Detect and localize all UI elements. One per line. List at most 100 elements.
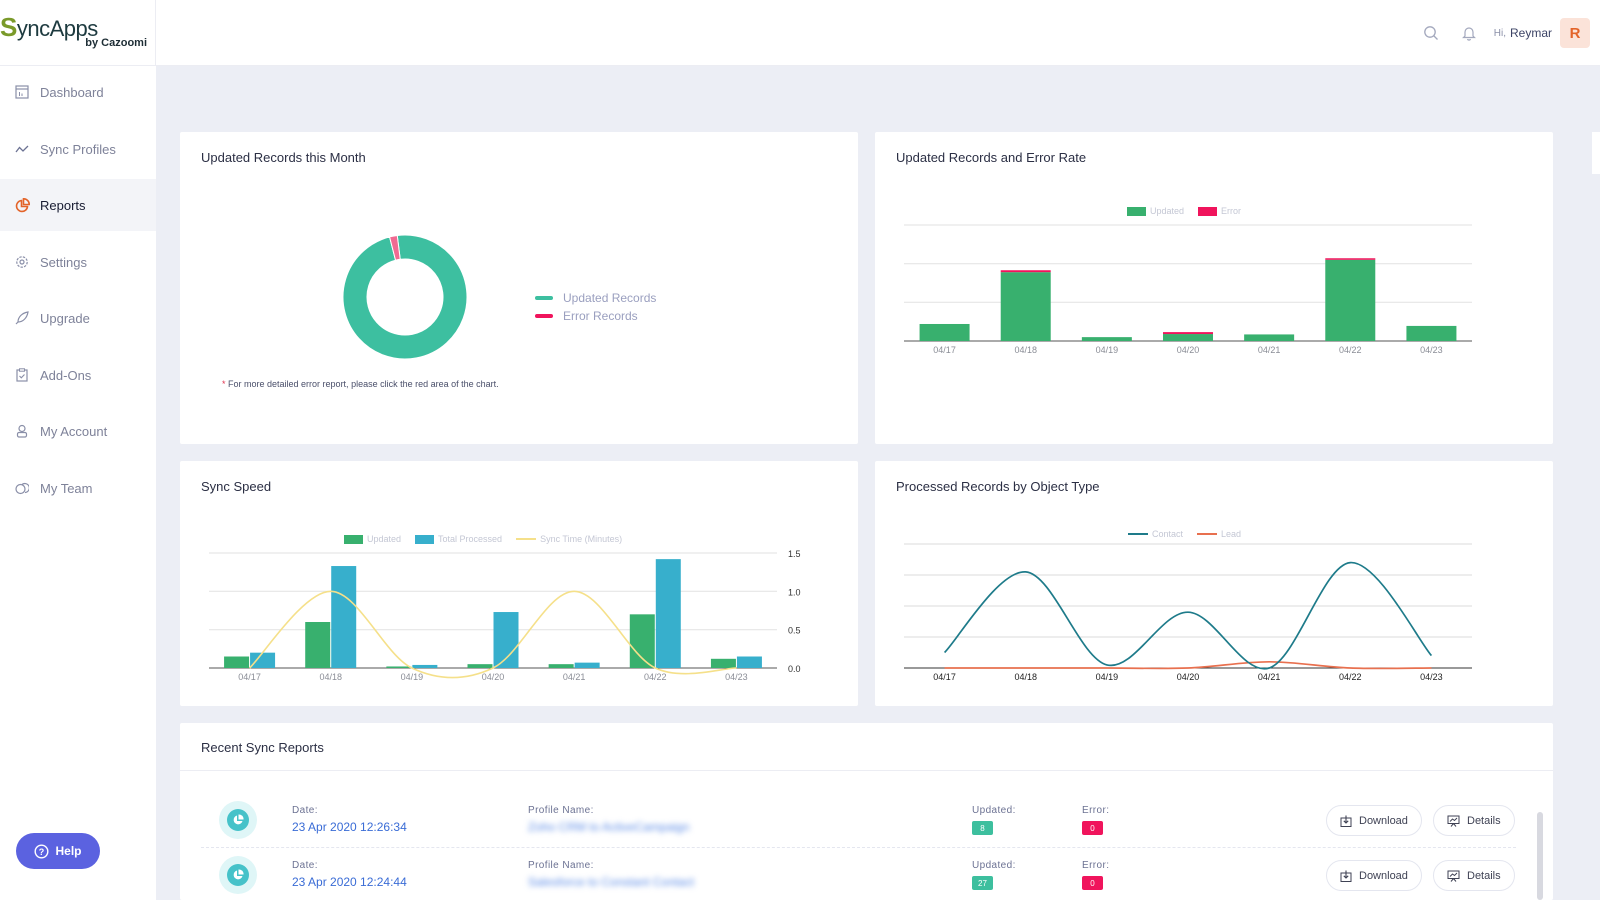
legend-item-updated[interactable]: Updated Records [535, 289, 656, 307]
donut-legend: Updated Records Error Records [535, 289, 656, 325]
clipboard-check-icon [14, 367, 30, 383]
date-label: Date: [292, 805, 318, 816]
bar-updated-04-23 [710, 658, 736, 668]
y-tick-label: 0.0 [788, 664, 801, 674]
sidebar-item-reports[interactable]: Reports [0, 179, 156, 231]
user-icon [14, 423, 30, 439]
bar-updated-04-19 [386, 666, 412, 668]
bar-total-processed-04-17 [250, 652, 276, 668]
x-tick-label: 04/18 [1014, 345, 1037, 355]
x-tick-label: 04/19 [1096, 672, 1119, 682]
bar-updated-04-20 [1163, 334, 1213, 341]
bar-updated-04-17 [224, 656, 250, 668]
sidebar-item-my-team[interactable]: My Team [0, 462, 156, 514]
legend-swatch [535, 296, 553, 300]
updated-label: Updated: [972, 860, 1016, 871]
x-tick-label: 04/17 [238, 672, 261, 682]
bar-updated-04-18 [1000, 272, 1051, 341]
sidebar-item-my-account[interactable]: My Account [0, 405, 156, 457]
x-tick-label: 04/19 [401, 672, 424, 682]
x-tick-label: 04/21 [1258, 345, 1281, 355]
object-type-chart: 04/17 04/18 04/19 04/20 04/21 04/22 04/23 [904, 543, 1472, 682]
legend-item-error[interactable]: Error Records [535, 307, 656, 325]
x-tick-label: 04/17 [933, 672, 956, 682]
bar-updated-04-23 [1406, 325, 1457, 341]
bar-updated-04-19 [1081, 337, 1132, 341]
x-tick-label: 04/20 [482, 672, 505, 682]
details-button[interactable]: Details [1433, 860, 1515, 891]
partial-card [1592, 132, 1600, 174]
sidebar-item-upgrade[interactable]: Upgrade [0, 292, 156, 344]
logo-subtitle: by Cazoomi [85, 37, 147, 49]
help-label: Help [55, 844, 82, 858]
x-tick-label: 04/23 [1420, 672, 1443, 682]
presentation-chart-icon [1447, 815, 1460, 827]
list-scrollbar[interactable] [1537, 812, 1543, 900]
sidebar-item-label: Add-Ons [40, 367, 92, 383]
bar-error-04-22 [1325, 258, 1376, 260]
bar-updated-04-21 [1244, 334, 1295, 341]
sidebar-item-label: My Account [40, 423, 108, 439]
sidebar-item-sync-profiles[interactable]: Sync Profiles [0, 123, 156, 175]
details-button[interactable]: Details [1433, 805, 1515, 836]
sidebar-item-label: Sync Profiles [40, 141, 116, 157]
footnote-text: For more detailed error report, please c… [225, 379, 499, 389]
bar-updated-04-22 [1325, 259, 1376, 341]
bar-updated-04-22 [629, 614, 655, 668]
report-row: Date: 23 Apr 2020 12:24:44 Profile Name:… [201, 848, 1516, 900]
bell-icon[interactable] [1450, 18, 1488, 48]
download-label: Download [1359, 814, 1408, 827]
sidebar-item-label: Dashboard [40, 84, 104, 100]
profile-name-label: Profile Name: [528, 805, 594, 816]
x-tick-label: 04/23 [725, 672, 748, 682]
sidebar-item-add-ons[interactable]: Add-Ons [0, 349, 156, 401]
username[interactable]: Reymar [1510, 26, 1552, 40]
trend-line-icon [14, 141, 30, 157]
rocket-icon [14, 310, 30, 326]
user-area: Hi, Reymar R [1412, 18, 1590, 48]
avatar[interactable]: R [1560, 18, 1590, 48]
download-label: Download [1359, 869, 1408, 882]
x-tick-label: 04/22 [644, 672, 667, 682]
report-icon [219, 856, 257, 894]
x-tick-label: 04/18 [319, 672, 342, 682]
logo[interactable]: SyncApps by Cazoomi [0, 0, 156, 66]
bar-updated-04-18 [305, 622, 331, 668]
donut-chart[interactable] [340, 232, 470, 362]
donut-slice-updated-records[interactable] [342, 234, 468, 360]
download-button[interactable]: Download [1326, 860, 1422, 891]
top-bar: SyncApps by Cazoomi Hi, Reymar R [0, 0, 1600, 66]
x-tick-label: 04/18 [1014, 672, 1037, 682]
report-date: 23 Apr 2020 12:24:44 [292, 875, 407, 889]
report-icon [219, 801, 257, 839]
date-label: Date: [292, 860, 318, 871]
error-rate-card: Updated Records and Error Rate Updated E… [875, 132, 1553, 444]
card-title: Updated Records this Month [201, 150, 366, 165]
card-title: Recent Sync Reports [201, 740, 324, 755]
sidebar-item-label: My Team [40, 480, 93, 496]
download-icon [1340, 870, 1352, 882]
sidebar-item-settings[interactable]: Settings [0, 236, 156, 288]
line-contact [943, 561, 1433, 670]
y-tick-label: 1.0 [788, 587, 801, 597]
sidebar: Dashboard Sync Profiles Reports Settings… [0, 66, 156, 900]
svg-text:?: ? [39, 847, 45, 857]
y-tick-label: 0.5 [788, 626, 801, 636]
error-rate-chart: 04/17 04/18 04/19 04/20 04/21 04/22 04/23 [904, 224, 1472, 355]
legend-label: Updated Records [563, 291, 657, 305]
download-button[interactable]: Download [1326, 805, 1422, 836]
bar-total-processed-04-19 [412, 664, 438, 668]
search-icon[interactable] [1412, 18, 1450, 48]
bar-updated-04-20 [467, 664, 493, 668]
sidebar-item-label: Upgrade [40, 310, 90, 326]
profile-name[interactable]: Salesforce to Constant Contact [528, 875, 694, 889]
sidebar-item-dashboard[interactable]: Dashboard [0, 66, 156, 118]
profile-name[interactable]: Zoho CRM to ActiveCampaign [528, 820, 689, 834]
x-tick-label: 04/22 [1339, 345, 1362, 355]
gear-icon [14, 254, 30, 270]
x-tick-label: 04/21 [563, 672, 586, 682]
help-button[interactable]: ? Help [16, 833, 100, 869]
bar-error-04-20 [1163, 332, 1213, 335]
sync-speed-card: Sync Speed Updated Total Processed Sync … [180, 461, 858, 706]
object-type-card: Processed Records by Object Type Contact… [875, 461, 1553, 706]
